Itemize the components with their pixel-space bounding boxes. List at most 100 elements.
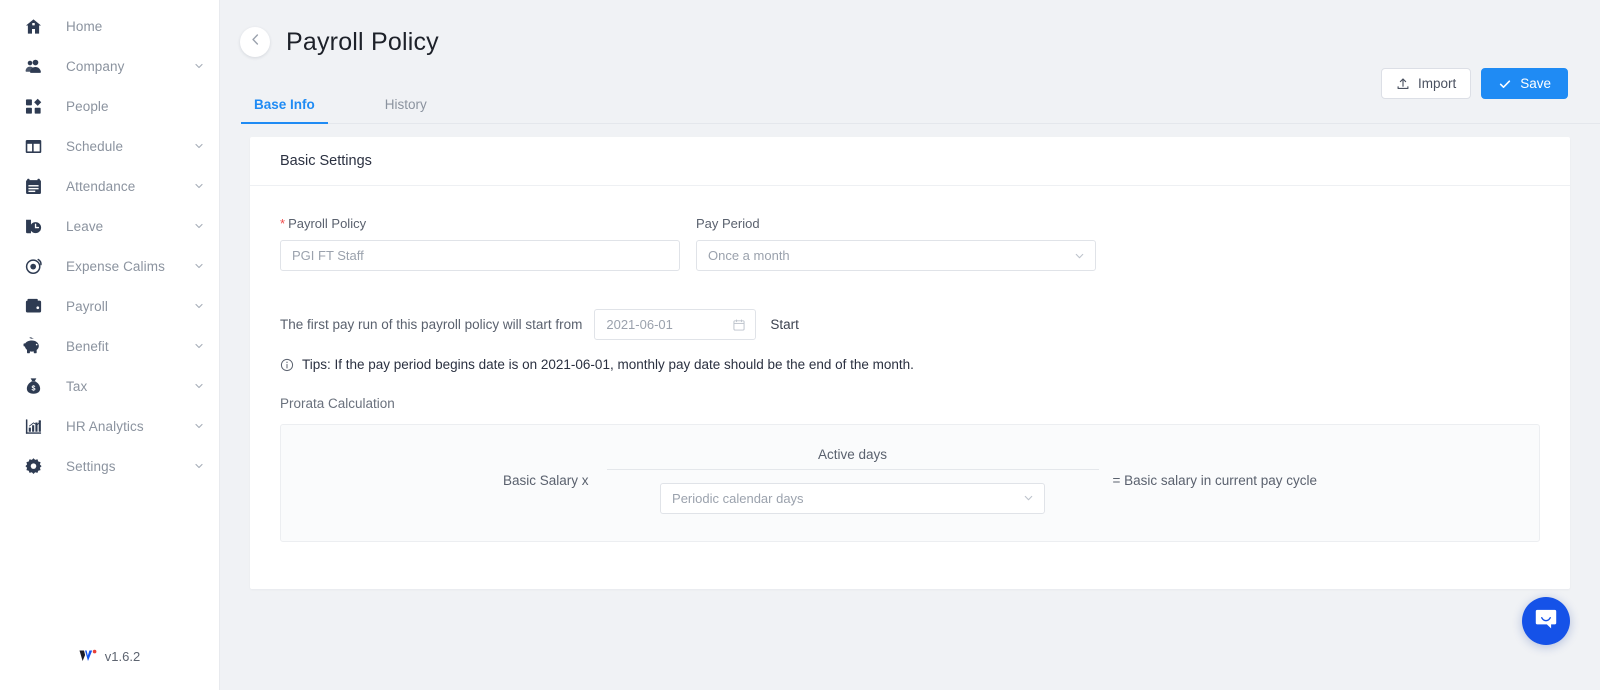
card-body: * Payroll Policy PGI FT Staff Pay Period … <box>250 186 1570 576</box>
sidebar-item-label: Payroll <box>66 298 108 314</box>
sidebar: Home Company People Schedule Attendance … <box>0 0 220 690</box>
sidebar-item-settings[interactable]: Settings <box>0 446 219 486</box>
sidebar-item-hr-analytics[interactable]: HR Analytics <box>0 406 219 446</box>
chevron-down-icon <box>193 380 205 392</box>
check-icon <box>1498 77 1512 91</box>
sidebar-item-schedule[interactable]: Schedule <box>0 126 219 166</box>
start-date-value: 2021-06-01 <box>606 317 673 332</box>
leave-icon <box>22 215 44 237</box>
chevron-down-icon <box>193 420 205 432</box>
formula-fraction: Active days Periodic calendar days <box>606 447 1099 514</box>
sidebar-item-leave[interactable]: Leave <box>0 206 219 246</box>
chevron-down-icon <box>193 300 205 312</box>
denominator-value: Periodic calendar days <box>672 490 804 506</box>
attendance-icon <box>22 175 44 197</box>
sidebar-item-attendance[interactable]: Attendance <box>0 166 219 206</box>
prorata-label: Prorata Calculation <box>280 396 395 411</box>
fraction-bar <box>606 468 1099 470</box>
analytics-icon <box>22 415 44 437</box>
sidebar-item-label: Leave <box>66 218 104 234</box>
card-title: Basic Settings <box>280 153 372 169</box>
tax-icon: $ <box>22 375 44 397</box>
required-asterisk: * <box>280 216 286 231</box>
sidebar-item-label: People <box>66 98 109 114</box>
save-button[interactable]: Save <box>1481 68 1568 99</box>
sidebar-item-label: HR Analytics <box>66 418 144 434</box>
action-bar: Import Save <box>1380 68 1568 99</box>
sidebar-item-label: Schedule <box>66 138 124 154</box>
chevron-down-icon <box>1022 492 1035 505</box>
sidebar-item-label: Settings <box>66 458 116 474</box>
pay-period-select[interactable]: Once a month <box>696 240 1096 271</box>
field-pay-period: Pay Period Once a month <box>696 216 1096 271</box>
tips-text: Tips: If the pay period begins date is o… <box>302 357 914 372</box>
start-prefix-text: The first pay run of this payroll policy… <box>280 317 583 332</box>
payroll-policy-label-text: Payroll Policy <box>288 216 367 231</box>
formula-left-text: Basic Salary x <box>503 472 589 488</box>
svg-text:$: $ <box>31 384 35 392</box>
sidebar-item-company[interactable]: Company <box>0 46 219 86</box>
page-title: Payroll Policy <box>286 27 439 56</box>
payroll-icon <box>22 295 44 317</box>
sidebar-item-home[interactable]: Home <box>0 6 219 46</box>
start-date-input[interactable]: 2021-06-01 <box>594 309 757 340</box>
sidebar-item-label: Attendance <box>66 178 136 194</box>
sidebar-item-label: Company <box>66 58 125 74</box>
page-header: Payroll Policy <box>220 0 1600 62</box>
back-button[interactable] <box>240 27 270 57</box>
chevron-down-icon <box>193 140 205 152</box>
main-content: Payroll Policy Import Save Base Info His… <box>220 0 1600 690</box>
card-header: Basic Settings <box>250 137 1570 186</box>
pay-period-value: Once a month <box>708 248 790 263</box>
chevron-down-icon <box>193 180 205 192</box>
chevron-left-icon <box>248 32 263 52</box>
tab-history[interactable]: History <box>381 97 431 123</box>
chevron-down-icon <box>1073 249 1086 262</box>
payroll-policy-value: PGI FT Staff <box>292 248 364 263</box>
save-button-label: Save <box>1520 76 1551 91</box>
prorata-formula: Basic Salary x Active days Periodic cale… <box>503 447 1317 514</box>
chat-bubble-icon <box>1533 606 1559 637</box>
company-icon <box>22 55 44 77</box>
tips-row: Tips: If the pay period begins date is o… <box>280 357 1540 372</box>
denominator-select[interactable]: Periodic calendar days <box>660 482 1046 514</box>
chevron-down-icon <box>193 220 205 232</box>
import-button[interactable]: Import <box>1380 68 1472 99</box>
sidebar-item-label: Tax <box>66 378 88 394</box>
payroll-policy-input[interactable]: PGI FT Staff <box>280 240 680 271</box>
brand-logo-icon <box>79 649 98 663</box>
prorata-box: Basic Salary x Active days Periodic cale… <box>280 424 1540 542</box>
sidebar-item-tax[interactable]: $ Tax <box>0 366 219 406</box>
import-button-label: Import <box>1417 76 1457 91</box>
form-row-top: * Payroll Policy PGI FT Staff Pay Period … <box>280 216 1540 271</box>
payroll-policy-label: * Payroll Policy <box>280 216 680 231</box>
sidebar-item-people[interactable]: People <box>0 86 219 126</box>
upload-icon <box>1396 77 1410 91</box>
benefit-icon <box>22 335 44 357</box>
sidebar-item-label: Benefit <box>66 338 109 354</box>
expense-icon <box>22 255 44 277</box>
sidebar-item-label: Expense Calims <box>66 258 165 274</box>
start-button[interactable]: Start <box>770 317 799 332</box>
formula-right-text: = Basic salary in current pay cycle <box>1112 472 1317 488</box>
formula-denominator: Periodic calendar days <box>660 482 1046 514</box>
sidebar-item-benefit[interactable]: Benefit <box>0 326 219 366</box>
sidebar-footer: v1.6.2 <box>0 634 219 690</box>
start-date-row: The first pay run of this payroll policy… <box>280 309 1540 340</box>
app-version: v1.6.2 <box>104 648 141 664</box>
chevron-down-icon <box>193 460 205 472</box>
field-payroll-policy: * Payroll Policy PGI FT Staff <box>280 216 680 271</box>
people-icon <box>22 95 44 117</box>
chevron-down-icon <box>193 340 205 352</box>
sidebar-item-expense-claims[interactable]: Expense Calims <box>0 246 219 286</box>
calendar-icon <box>732 318 746 332</box>
settings-icon <box>22 455 44 477</box>
chevron-down-icon <box>193 60 205 72</box>
tab-base-info[interactable]: Base Info <box>241 97 328 124</box>
schedule-icon <box>22 135 44 157</box>
basic-settings-card: Basic Settings * Payroll Policy PGI FT St… <box>250 137 1570 589</box>
info-icon <box>280 358 294 372</box>
app-root: Home Company People Schedule Attendance … <box>0 0 1600 690</box>
chat-support-button[interactable] <box>1522 597 1570 645</box>
sidebar-item-payroll[interactable]: Payroll <box>0 286 219 326</box>
